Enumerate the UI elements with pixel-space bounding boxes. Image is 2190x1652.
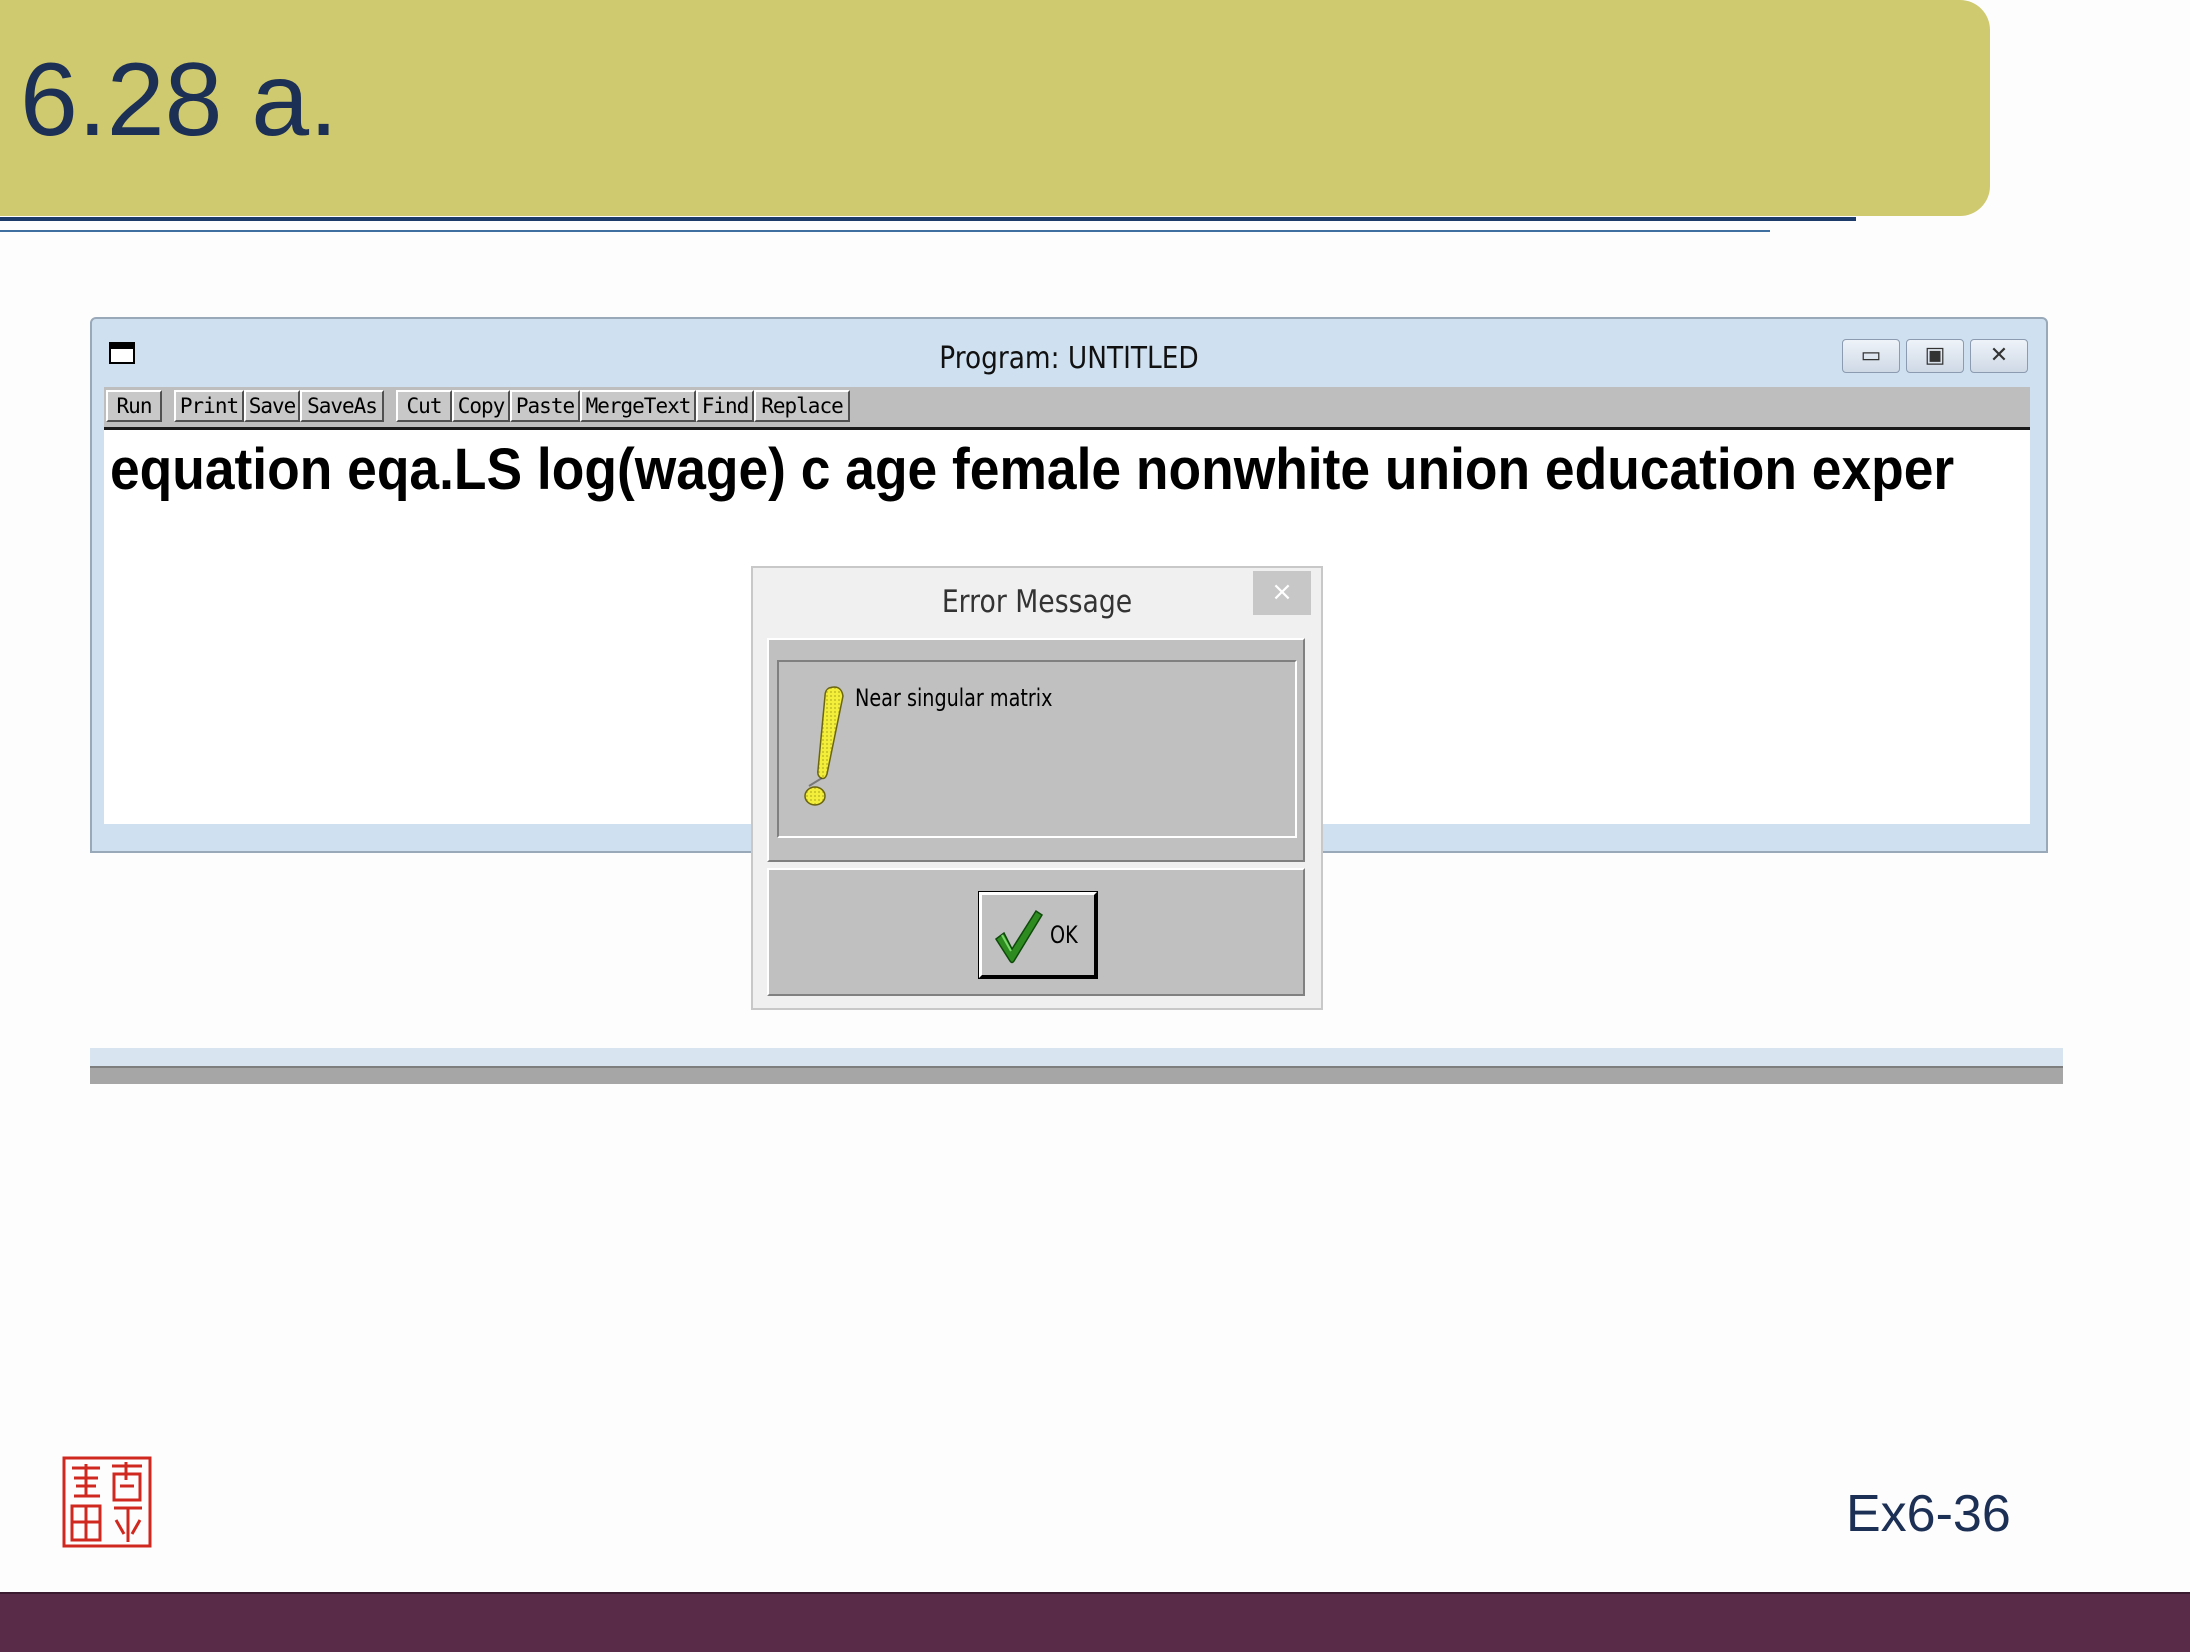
slide-title-bar: 6.28 a. xyxy=(0,0,1990,216)
minimize-button[interactable]: ▭ xyxy=(1842,339,1900,373)
save-as-button[interactable]: SaveAs xyxy=(300,390,384,422)
program-toolbar: Run Print Save SaveAs Cut Copy Paste Mer… xyxy=(104,387,2030,430)
dialog-message: Near singular matrix xyxy=(855,684,1053,712)
title-underline-light xyxy=(0,230,1770,232)
copy-button[interactable]: Copy xyxy=(452,390,510,422)
slide-number: Ex6-36 xyxy=(1846,1485,2011,1543)
maximize-button[interactable]: ▣ xyxy=(1906,339,1964,373)
merge-text-button[interactable]: MergeText xyxy=(580,390,696,422)
window-system-menu-icon[interactable] xyxy=(109,342,135,364)
editor-code-line[interactable]: equation eqa.LS log(wage) c age female n… xyxy=(110,436,1954,503)
print-button[interactable]: Print xyxy=(174,390,244,422)
close-window-button[interactable]: ✕ xyxy=(1970,339,2028,373)
error-dialog: Error Message × Near singular matrix OK xyxy=(751,566,1323,1010)
dialog-message-panel: Near singular matrix xyxy=(767,638,1305,862)
dialog-message-box: Near singular matrix xyxy=(777,660,1297,838)
window-title: Program: UNTITLED xyxy=(939,341,1199,376)
save-button[interactable]: Save xyxy=(244,390,300,422)
seal-logo xyxy=(62,1456,152,1548)
footer-bar xyxy=(0,1592,2190,1652)
paste-button[interactable]: Paste xyxy=(510,390,580,422)
slide-title: 6.28 a. xyxy=(20,42,339,158)
find-button[interactable]: Find xyxy=(696,390,754,422)
dialog-close-button[interactable]: × xyxy=(1253,571,1311,615)
window-bottom-strip xyxy=(90,1048,2063,1066)
exclamation-icon xyxy=(804,686,844,806)
dialog-title: Error Message xyxy=(941,584,1133,620)
checkmark-icon xyxy=(994,909,1044,964)
run-button[interactable]: Run xyxy=(106,390,162,422)
cut-button[interactable]: Cut xyxy=(396,390,452,422)
dialog-button-panel: OK xyxy=(767,868,1305,996)
title-underline-dark xyxy=(0,217,1856,221)
replace-button[interactable]: Replace xyxy=(754,390,850,422)
ok-label: OK xyxy=(1050,921,1078,949)
window-bottom-bar xyxy=(90,1066,2063,1084)
ok-button[interactable]: OK xyxy=(978,891,1098,979)
